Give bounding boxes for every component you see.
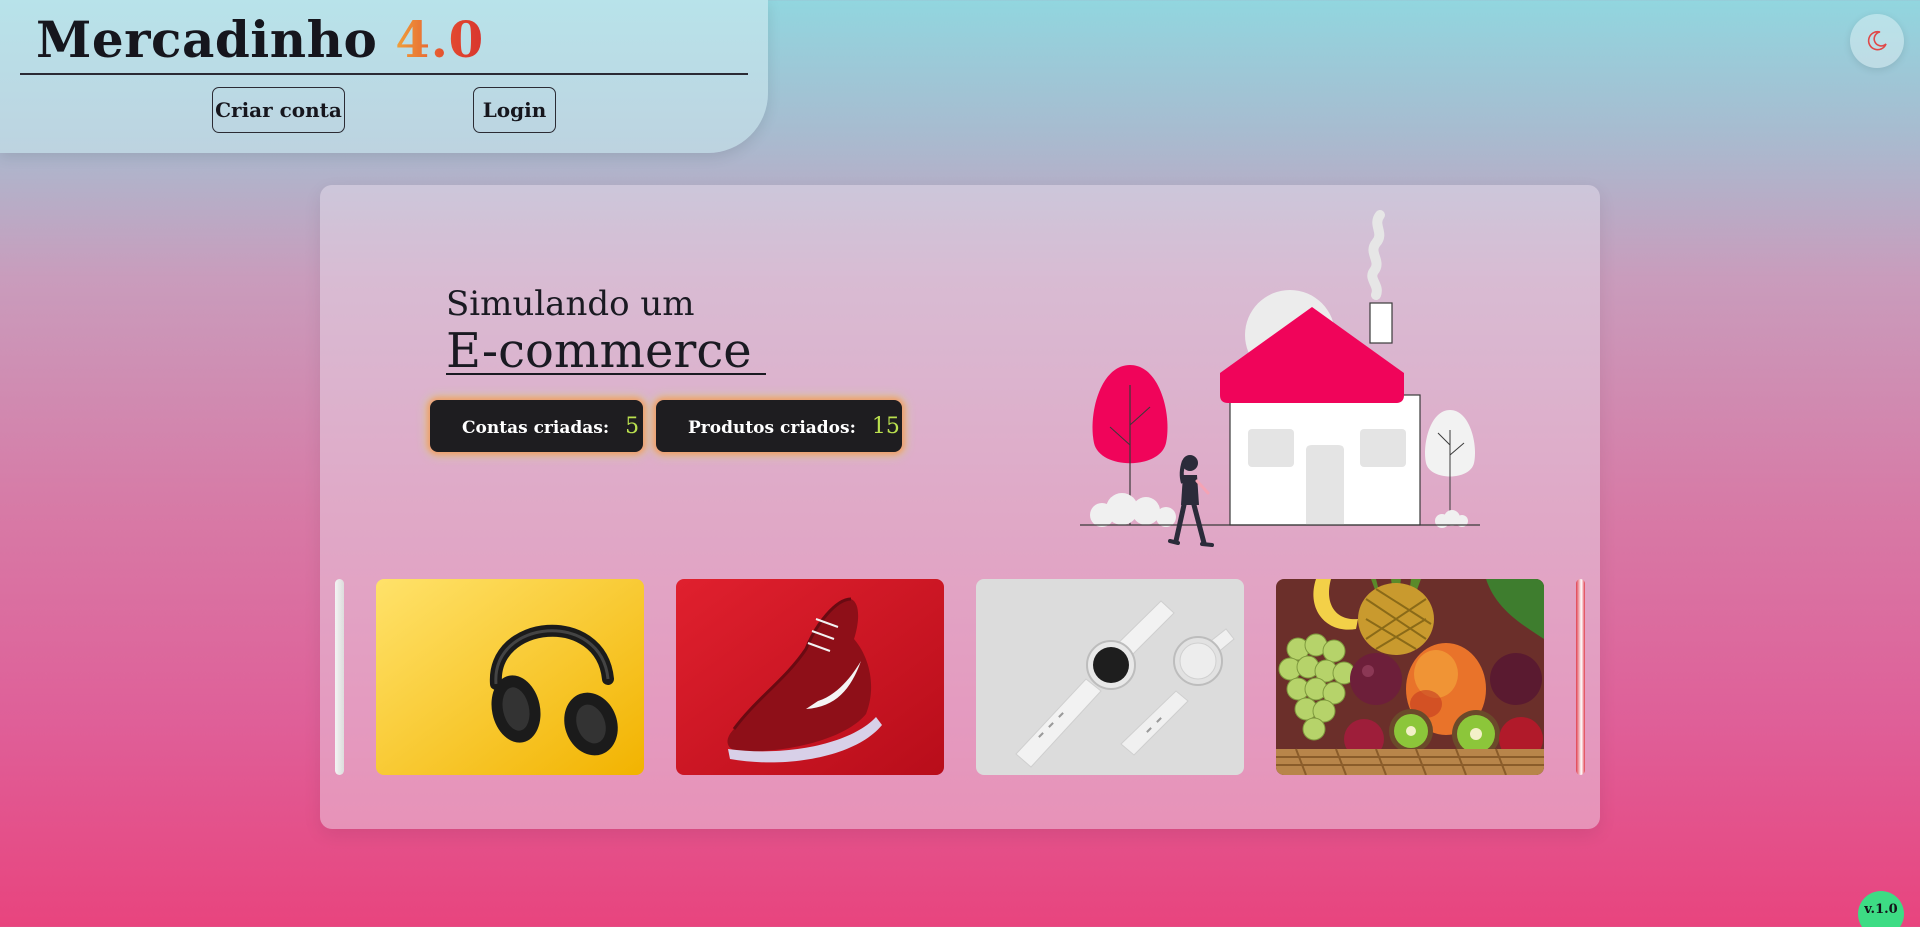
theme-toggle-button[interactable] <box>1850 14 1904 68</box>
house-illustration <box>1080 210 1480 547</box>
carousel-slide-partial[interactable] <box>1576 579 1585 775</box>
carousel-slide-smartwatch[interactable] <box>976 579 1244 775</box>
carousel-slide-headphones[interactable] <box>376 579 644 775</box>
stat-label: Contas criadas: <box>462 418 610 438</box>
login-button[interactable]: Login <box>473 87 556 133</box>
create-account-button[interactable]: Criar conta <box>212 87 345 133</box>
brand-divider <box>20 73 748 75</box>
brand-version: 4.0 <box>395 10 484 69</box>
brand-name: Mercadinho <box>36 10 378 69</box>
hero-card: Simulando um E-commerce Contas criadas: … <box>320 185 1600 829</box>
header-panel: Mercadinho 4.0 Criar conta Login <box>0 0 768 153</box>
hero-title: E-commerce <box>446 323 752 379</box>
sneaker-image <box>676 579 944 775</box>
stat-value: 5 <box>625 413 640 439</box>
fruits-image <box>1276 579 1544 775</box>
smartwatch-image <box>976 579 1244 775</box>
carousel-slide-fruits[interactable] <box>1276 579 1544 775</box>
accounts-created-stat: Contas criadas: 5 <box>430 400 643 452</box>
hero-underline <box>446 373 766 375</box>
moon-icon <box>1867 30 1887 51</box>
brand-logo[interactable]: Mercadinho 4.0 <box>36 10 484 69</box>
carousel-slide-partial[interactable] <box>335 579 344 775</box>
carousel-slide-sneaker[interactable] <box>676 579 944 775</box>
headphones-image <box>376 579 644 775</box>
stat-value: 15 <box>871 413 900 439</box>
products-created-stat: Produtos criados: 15 <box>656 400 902 452</box>
version-badge: v.1.0 <box>1858 891 1904 927</box>
hero-subtitle: Simulando um <box>446 284 695 324</box>
product-carousel[interactable] <box>320 579 1600 777</box>
stat-label: Produtos criados: <box>688 418 856 438</box>
